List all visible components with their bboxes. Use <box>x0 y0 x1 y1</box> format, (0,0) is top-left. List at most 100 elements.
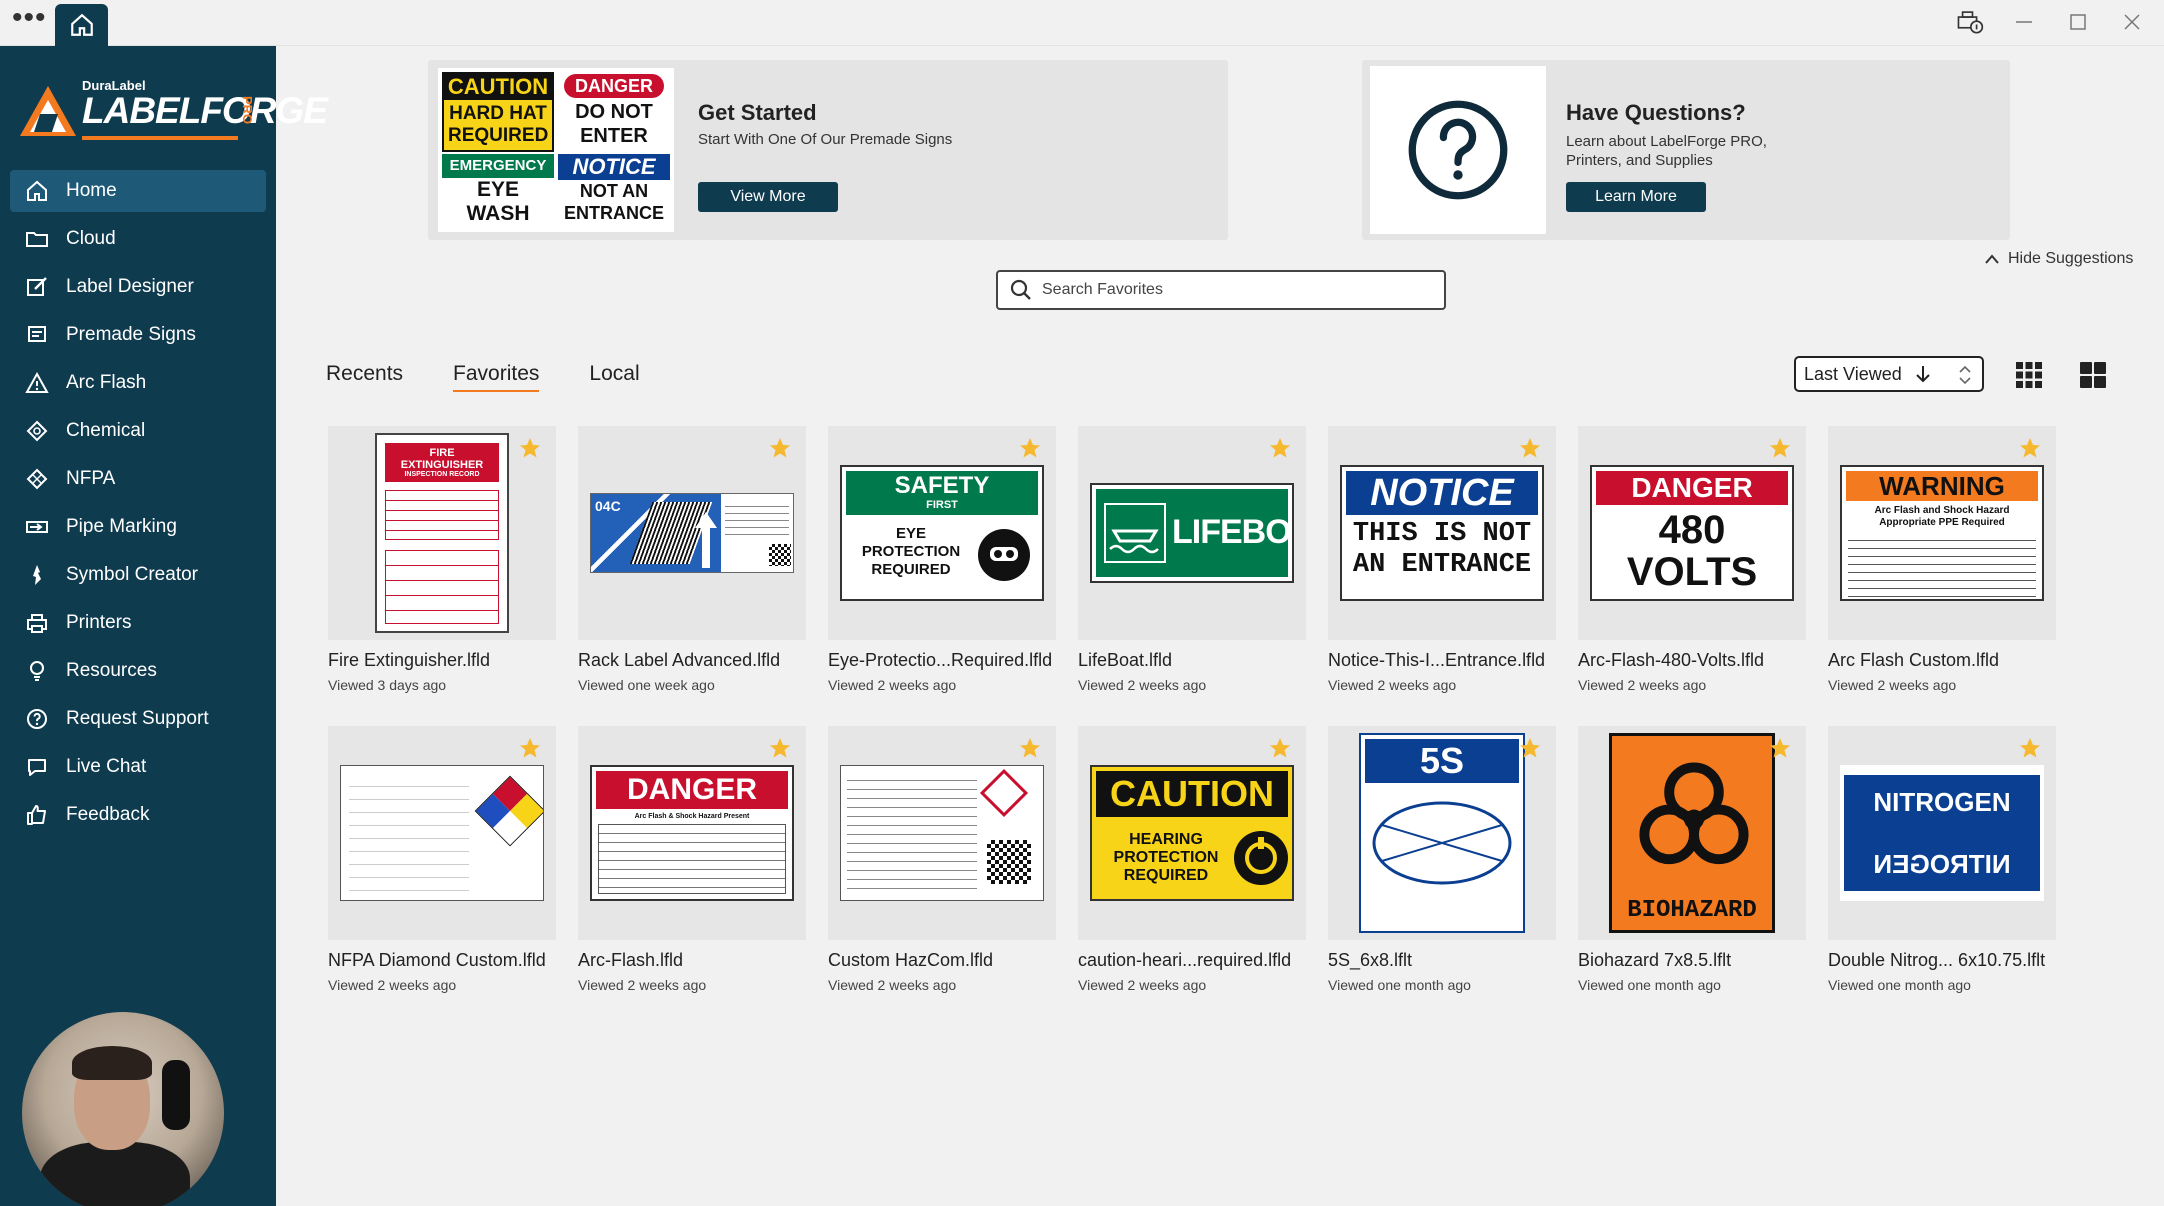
printer-status-icon[interactable] <box>1956 8 1984 36</box>
favorite-star-icon[interactable] <box>1518 436 1542 460</box>
preview-caution-body: HARD HAT REQUIRED <box>448 103 549 146</box>
home-tab[interactable] <box>55 4 108 46</box>
file-tile[interactable]: 5S AREA 5S_6x8.lflt Viewed one month ago <box>1328 726 1556 993</box>
file-tile[interactable]: WARNING Arc Flash and Shock Hazard Approp… <box>1828 426 2056 693</box>
file-tile[interactable]: 04C Rack Label Advanced.lfld Viewed one we… <box>578 426 806 693</box>
favorite-star-icon[interactable] <box>768 436 792 460</box>
file-viewed: Viewed 3 days ago <box>328 677 447 693</box>
favorite-star-icon[interactable] <box>1768 436 1792 460</box>
sidebar-item-label-designer[interactable]: Label Designer <box>10 266 266 308</box>
sidebar-item-live-chat[interactable]: Live Chat <box>10 746 266 788</box>
file-tile[interactable]: SAFETY FIRST EYE PROTECTION REQUIRED Eye-Pr… <box>828 426 1056 693</box>
file-name[interactable]: NFPA Diamond Custom.lfld <box>328 950 556 971</box>
file-name[interactable]: Fire Extinguisher.lfld <box>328 650 556 671</box>
tab-favorites[interactable]: Favorites <box>453 362 540 392</box>
file-tile[interactable]: DANGER 480 VOLTS Arc-Flash-480-Volts.lfld V… <box>1578 426 1806 693</box>
sidebar-item-printers[interactable]: Printers <box>10 602 266 644</box>
webcam-overlay <box>22 1012 224 1206</box>
file-thumbnail[interactable]: NITROGEN NITROGEN <box>1828 726 2056 940</box>
file-thumbnail[interactable]: 04C <box>578 426 806 640</box>
file-name[interactable]: Custom HazCom.lfld <box>828 950 1056 971</box>
file-thumbnail[interactable]: WARNING Arc Flash and Shock Hazard Approp… <box>1828 426 2056 640</box>
sidebar-item-resources[interactable]: Resources <box>10 650 266 692</box>
file-name[interactable]: Eye-Protectio...Required.lfld <box>828 650 1056 671</box>
hide-suggestions-toggle[interactable]: Hide Suggestions <box>1984 250 2133 268</box>
sort-dropdown[interactable]: Last Viewed <box>1794 356 1984 392</box>
have-questions-title: Have Questions? <box>1566 100 1746 125</box>
search-favorites-field[interactable] <box>996 270 1446 310</box>
favorite-star-icon[interactable] <box>1268 436 1292 460</box>
file-tile[interactable]: NOTICE THIS IS NOT AN ENTRANCE Notice-This… <box>1328 426 1556 693</box>
file-thumbnail[interactable]: FIRE EXTINGUISHER INSPECTION RECORD <box>328 426 556 640</box>
file-tile[interactable]: DANGER Arc Flash & Shock Hazard Present Ar… <box>578 726 806 993</box>
tab-local[interactable]: Local <box>589 362 639 392</box>
file-tile[interactable]: BIOHAZARD Biohazard 7x8.5.lflt Viewed one … <box>1578 726 1806 993</box>
file-tile[interactable]: LIFEBOAT LifeBoat.lfld Viewed 2 weeks ago <box>1078 426 1306 693</box>
favorite-star-icon[interactable] <box>1268 736 1292 760</box>
favorite-star-icon[interactable] <box>518 436 542 460</box>
close-icon[interactable] <box>2118 8 2146 36</box>
favorite-star-icon[interactable] <box>518 736 542 760</box>
file-name[interactable]: Arc-Flash-480-Volts.lfld <box>1578 650 1806 671</box>
file-name[interactable]: Arc-Flash.lfld <box>578 950 806 971</box>
nitrogen-text-mirrored: NITROGEN <box>1873 849 2011 879</box>
file-name[interactable]: LifeBoat.lfld <box>1078 650 1306 671</box>
caution-header: CAUTION <box>1110 773 1274 814</box>
tab-recents[interactable]: Recents <box>326 362 403 392</box>
file-thumbnail[interactable]: SAFETY FIRST EYE PROTECTION REQUIRED <box>828 426 1056 640</box>
file-name[interactable]: Biohazard 7x8.5.lflt <box>1578 950 1806 971</box>
favorite-star-icon[interactable] <box>1018 436 1042 460</box>
file-name[interactable]: caution-heari...required.lfld <box>1078 950 1306 971</box>
edit-icon <box>24 274 50 300</box>
file-name[interactable]: 5S_6x8.lflt <box>1328 950 1556 971</box>
file-thumbnail[interactable]: CAUTION HEARING PROTECTION REQUIRED <box>1078 726 1306 940</box>
file-name[interactable]: Double Nitrog... 6x10.75.lflt <box>1828 950 2056 971</box>
sidebar-item-symbol-creator[interactable]: Symbol Creator <box>10 554 266 596</box>
file-thumbnail[interactable]: DANGER Arc Flash & Shock Hazard Present <box>578 726 806 940</box>
favorite-star-icon[interactable] <box>1518 736 1542 760</box>
have-questions-card: Have Questions? Learn about LabelForge P… <box>1362 60 2010 240</box>
sidebar-item-home[interactable]: Home <box>10 170 266 212</box>
safety-sub: FIRST <box>926 499 958 511</box>
file-tile[interactable]: Custom HazCom.lfld Viewed 2 weeks ago <box>828 726 1056 993</box>
file-name[interactable]: Notice-This-I...Entrance.lfld <box>1328 650 1556 671</box>
favorite-star-icon[interactable] <box>1018 736 1042 760</box>
nitrogen-text: NITROGEN <box>1873 787 2011 817</box>
file-thumbnail[interactable]: DANGER 480 VOLTS <box>1578 426 1806 640</box>
favorite-star-icon[interactable] <box>1768 736 1792 760</box>
file-viewed: Viewed 2 weeks ago <box>1578 677 1707 693</box>
grid-small-view-icon[interactable] <box>2014 360 2044 390</box>
maximize-icon[interactable] <box>2064 8 2092 36</box>
sidebar-item-pipe-marking[interactable]: Pipe Marking <box>10 506 266 548</box>
file-tile[interactable]: NFPA Diamond Custom.lfld Viewed 2 weeks a… <box>328 726 556 993</box>
file-name[interactable]: Arc Flash Custom.lfld <box>1828 650 2056 671</box>
file-tile[interactable]: FIRE EXTINGUISHER INSPECTION RECORD Fire E… <box>328 426 556 693</box>
favorite-star-icon[interactable] <box>2018 736 2042 760</box>
sidebar-item-arc-flash[interactable]: Arc Flash <box>10 362 266 404</box>
sidebar-item-nfpa[interactable]: NFPA <box>10 458 266 500</box>
file-viewed: Viewed 2 weeks ago <box>1828 677 1957 693</box>
file-thumbnail[interactable]: BIOHAZARD <box>1578 726 1806 940</box>
minimize-icon[interactable] <box>2010 8 2038 36</box>
sidebar-item-premade-signs[interactable]: Premade Signs <box>10 314 266 356</box>
search-input[interactable] <box>1042 281 1422 299</box>
sidebar-item-feedback[interactable]: Feedback <box>10 794 266 836</box>
sidebar-item-cloud[interactable]: Cloud <box>10 218 266 260</box>
menu-dots-icon[interactable]: ••• <box>12 3 46 38</box>
file-name[interactable]: Rack Label Advanced.lfld <box>578 650 806 671</box>
file-thumbnail[interactable]: 5S AREA <box>1328 726 1556 940</box>
file-thumbnail[interactable] <box>828 726 1056 940</box>
file-tile[interactable]: CAUTION HEARING PROTECTION REQUIRED cautio… <box>1078 726 1306 993</box>
file-thumbnail[interactable] <box>328 726 556 940</box>
file-tile[interactable]: NITROGEN NITROGEN Double Nitrog... 6x10.75… <box>1828 726 2056 993</box>
sidebar-item-request-support[interactable]: Request Support <box>10 698 266 740</box>
view-more-button[interactable]: View More <box>698 182 838 212</box>
favorite-star-icon[interactable] <box>768 736 792 760</box>
file-thumbnail[interactable]: NOTICE THIS IS NOT AN ENTRANCE <box>1328 426 1556 640</box>
learn-more-button[interactable]: Learn More <box>1566 182 1706 212</box>
grid-large-view-icon[interactable] <box>2078 360 2108 390</box>
file-thumbnail[interactable]: LIFEBOAT <box>1078 426 1306 640</box>
arrow-down-icon[interactable] <box>1914 364 1932 384</box>
favorite-star-icon[interactable] <box>2018 436 2042 460</box>
sidebar-item-chemical[interactable]: Chemical <box>10 410 266 452</box>
